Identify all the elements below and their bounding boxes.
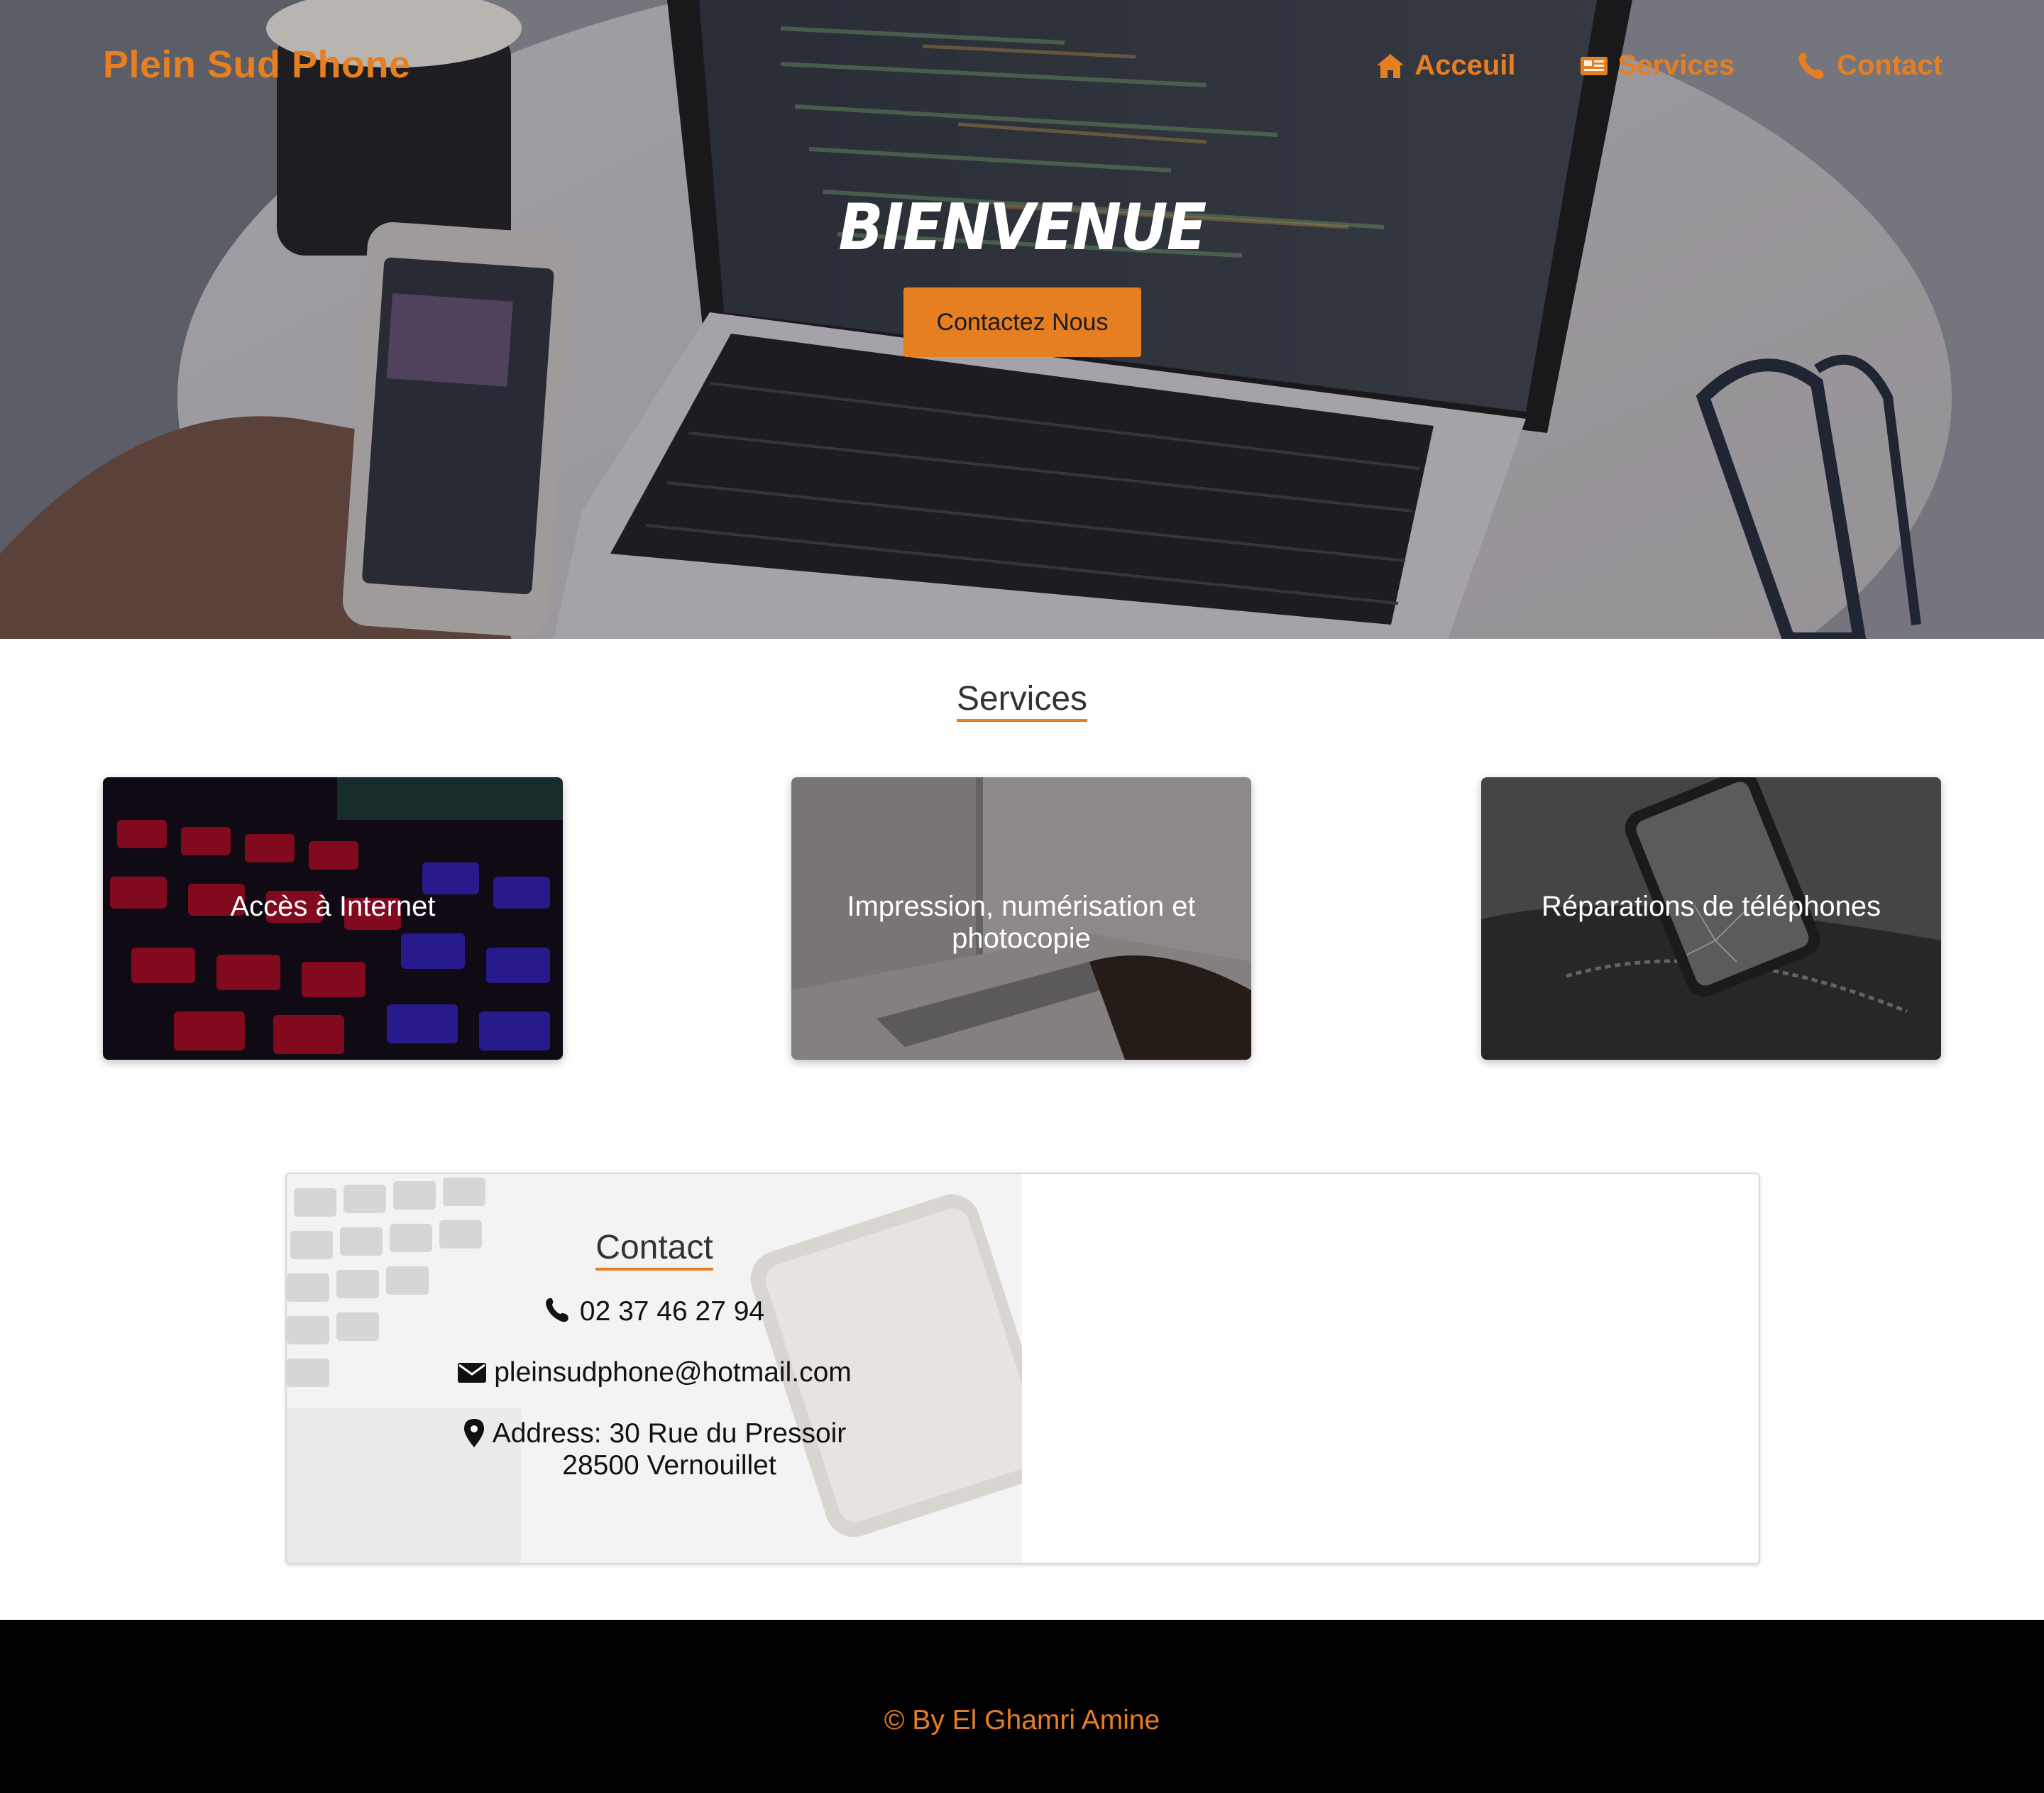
nav-item-label: Acceuil <box>1414 50 1516 81</box>
service-card-label: Réparations de téléphones <box>1541 891 1881 922</box>
contact-email-text: pleinsudphone@hotmail.com <box>494 1357 852 1388</box>
brand-logo-text[interactable]: Plein Sud Phone <box>103 43 411 87</box>
hero-section: Plein Sud Phone Acceuil Services Contact <box>0 0 2044 639</box>
phone-icon <box>1798 52 1824 79</box>
phone-icon <box>546 1298 568 1322</box>
service-card-printing[interactable]: Impression, numérisation et photocopie <box>791 777 1251 1060</box>
nav-item-contact[interactable]: Contact <box>1797 50 1943 82</box>
contact-email[interactable]: pleinsudphone@hotmail.com <box>287 1357 1022 1388</box>
services-heading: Services <box>0 679 2044 722</box>
home-icon <box>1377 53 1405 78</box>
contact-heading: Contact <box>287 1228 1022 1271</box>
contact-heading-text: Contact <box>595 1229 713 1271</box>
service-card-label: Accès à Internet <box>230 891 436 922</box>
service-card-internet[interactable]: Accès à Internet <box>103 777 563 1060</box>
newspaper-icon <box>1580 56 1608 75</box>
nav-item-label: Contact <box>1837 50 1943 81</box>
footer: © By El Ghamri Amine <box>0 1620 2044 1793</box>
nav-item-label: Services <box>1617 50 1735 81</box>
nav-item-services[interactable]: Services <box>1578 50 1735 82</box>
contact-us-button[interactable]: Contactez Nous <box>903 287 1141 357</box>
services-heading-text: Services <box>956 680 1088 722</box>
service-card-label: Impression, numérisation et photocopie <box>847 891 1196 954</box>
envelope-icon <box>458 1363 487 1383</box>
main-nav: Acceuil Services Contact <box>1375 50 1943 82</box>
contact-address: Address: 30 Rue du Pressoir 28500 Vernou… <box>287 1418 1022 1482</box>
contact-phone-text: 02 37 46 27 94 <box>579 1296 765 1327</box>
contact-section: Contact 02 37 46 27 94 pleinsudphone@hot… <box>285 1173 1760 1564</box>
address-line-1: Address: 30 Rue du Pressoir <box>492 1418 847 1449</box>
contact-address-text: Address: 30 Rue du Pressoir 28500 Vernou… <box>493 1418 847 1482</box>
nav-item-acceuil[interactable]: Acceuil <box>1375 50 1516 82</box>
map-marker-icon <box>463 1419 484 1447</box>
hero-title: BIENVENUE <box>838 190 1207 265</box>
contact-phone[interactable]: 02 37 46 27 94 <box>287 1296 1022 1327</box>
address-line-2: 28500 Vernouillet <box>562 1449 776 1481</box>
service-card-repair[interactable]: Réparations de téléphones <box>1481 777 1941 1060</box>
footer-copyright: © By El Ghamri Amine <box>884 1705 1160 1736</box>
